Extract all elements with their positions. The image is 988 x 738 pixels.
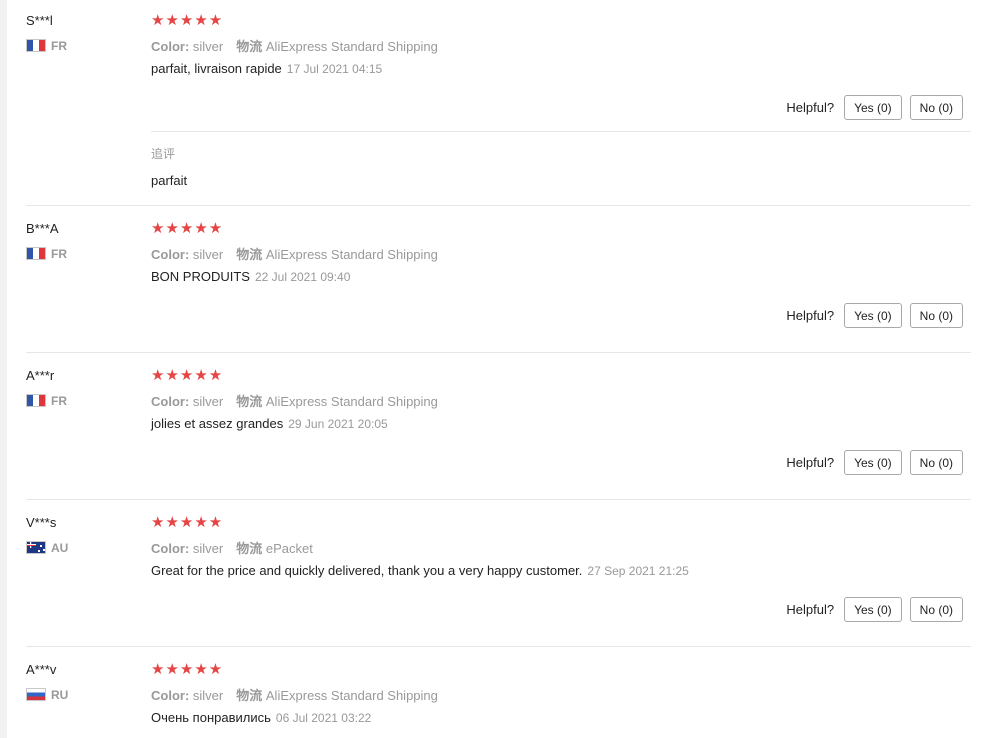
star-rating: ★★★★★ — [151, 12, 224, 29]
helpful-vote: Helpful? Yes (0) No (0) — [786, 95, 963, 120]
review-divider — [26, 499, 971, 500]
shipping-value: AliExpress Standard Shipping — [265, 247, 438, 262]
france-flag-icon — [26, 247, 46, 261]
review-divider — [26, 646, 971, 647]
australia-flag-icon — [26, 541, 46, 555]
review-text: Очень понравились 06 Jul 2021 03:22 — [151, 710, 371, 725]
review-date: 29 Jun 2021 20:05 — [288, 417, 388, 431]
country-code: FR — [51, 246, 67, 261]
country-code: FR — [51, 393, 67, 408]
review-body: Great for the price and quickly delivere… — [151, 563, 583, 578]
helpful-vote: Helpful? Yes (0) No (0) — [786, 303, 963, 328]
review-meta: Color: silver 物流 ePacket — [151, 538, 313, 557]
shipping-value: AliExpress Standard Shipping — [265, 394, 438, 409]
followup-label: 追评 — [151, 147, 176, 161]
color-label: Color: — [151, 541, 190, 556]
reviewer-country: FR — [26, 392, 67, 408]
helpful-yes-button[interactable]: Yes (0) — [844, 450, 902, 475]
reviewer-name: V***s — [26, 515, 57, 530]
helpful-no-button[interactable]: No (0) — [909, 303, 963, 328]
helpful-no-button[interactable]: No (0) — [909, 95, 963, 120]
reviewer-name: A***v — [26, 662, 57, 677]
helpful-vote: Helpful? Yes (0) No (0) — [786, 450, 963, 475]
followup-divider — [151, 131, 971, 132]
review-date: 22 Jul 2021 09:40 — [254, 270, 351, 284]
star-rating: ★★★★★ — [151, 220, 224, 237]
color-label: Color: — [151, 688, 190, 703]
color-value: silver — [192, 688, 224, 703]
shipping-value: AliExpress Standard Shipping — [265, 39, 438, 54]
helpful-label: Helpful? — [786, 308, 835, 323]
logistics-label: 物流 — [236, 688, 263, 703]
color-value: silver — [192, 394, 224, 409]
review-date: 17 Jul 2021 04:15 — [286, 62, 383, 76]
helpful-no-button[interactable]: No (0) — [909, 597, 963, 622]
logistics-label: 物流 — [236, 541, 263, 556]
color-label: Color: — [151, 394, 190, 409]
reviewer-name: S***l — [26, 13, 53, 28]
helpful-yes-button[interactable]: Yes (0) — [844, 303, 902, 328]
color-value: silver — [192, 39, 224, 54]
review-text: parfait, livraison rapide 17 Jul 2021 04:… — [151, 61, 382, 76]
review-meta: Color: silver 物流 AliExpress Standard Ship… — [151, 244, 438, 263]
helpful-no-button[interactable]: No (0) — [909, 450, 963, 475]
review-divider — [26, 205, 971, 206]
reviewer-name: B***A — [26, 221, 59, 236]
reviewer-country: FR — [26, 37, 67, 53]
helpful-yes-button[interactable]: Yes (0) — [844, 95, 902, 120]
star-rating: ★★★★★ — [151, 661, 224, 678]
reviewer-country: AU — [26, 539, 69, 555]
color-label: Color: — [151, 247, 190, 262]
review-text: jolies et assez grandes 29 Jun 2021 20:05 — [151, 416, 388, 431]
review-date: 06 Jul 2021 03:22 — [275, 711, 372, 725]
review-body: jolies et assez grandes — [151, 416, 284, 431]
reviewer-name: A***r — [26, 368, 55, 383]
logistics-label: 物流 — [236, 39, 263, 54]
country-code: AU — [51, 540, 69, 555]
logistics-label: 物流 — [236, 247, 263, 262]
review-body: parfait, livraison rapide — [151, 61, 282, 76]
star-rating: ★★★★★ — [151, 367, 224, 384]
color-value: silver — [192, 247, 224, 262]
review-text: Great for the price and quickly delivere… — [151, 563, 689, 578]
review-meta: Color: silver 物流 AliExpress Standard Ship… — [151, 36, 438, 55]
star-rating: ★★★★★ — [151, 514, 224, 531]
shipping-value: ePacket — [265, 541, 313, 556]
country-code: RU — [51, 687, 69, 702]
reviewer-country: RU — [26, 686, 69, 702]
followup-text: parfait — [151, 173, 188, 188]
helpful-label: Helpful? — [786, 602, 835, 617]
color-label: Color: — [151, 39, 190, 54]
review-text: BON PRODUITS 22 Jul 2021 09:40 — [151, 269, 350, 284]
reviewer-country: FR — [26, 245, 67, 261]
helpful-vote: Helpful? Yes (0) No (0) — [786, 597, 963, 622]
review-divider — [26, 352, 971, 353]
review-body: Очень понравились — [151, 710, 271, 725]
country-code: FR — [51, 38, 67, 53]
shipping-value: AliExpress Standard Shipping — [265, 688, 438, 703]
helpful-label: Helpful? — [786, 455, 835, 470]
left-scroll-gutter — [0, 0, 7, 738]
france-flag-icon — [26, 39, 46, 53]
logistics-label: 物流 — [236, 394, 263, 409]
color-value: silver — [192, 541, 224, 556]
helpful-yes-button[interactable]: Yes (0) — [844, 597, 902, 622]
russia-flag-icon — [26, 688, 46, 702]
review-meta: Color: silver 物流 AliExpress Standard Ship… — [151, 685, 438, 704]
review-body: BON PRODUITS — [151, 269, 250, 284]
review-meta: Color: silver 物流 AliExpress Standard Ship… — [151, 391, 438, 410]
review-date: 27 Sep 2021 21:25 — [587, 564, 689, 578]
france-flag-icon — [26, 394, 46, 408]
helpful-label: Helpful? — [786, 100, 835, 115]
